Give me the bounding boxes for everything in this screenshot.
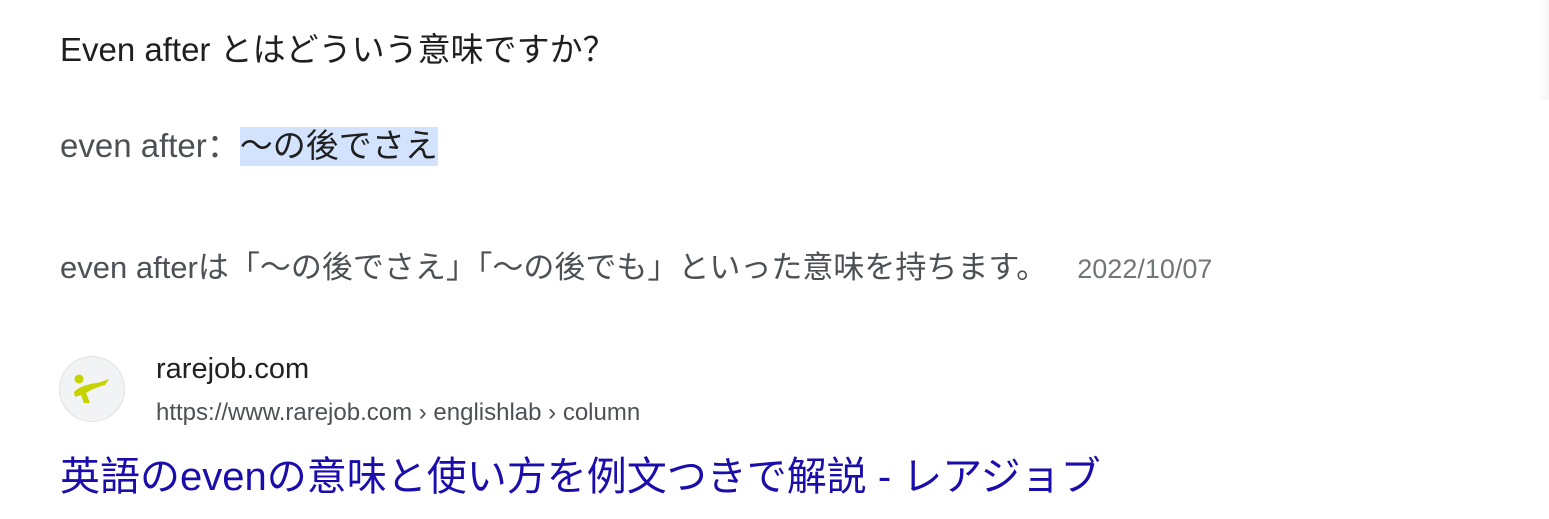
rarejob-logo-icon [74, 374, 109, 403]
answer-separator: ： [206, 127, 240, 164]
site-name[interactable]: rarejob.com [156, 350, 309, 388]
site-favicon[interactable] [59, 356, 125, 422]
snippet-date: 2022/10/07 [1077, 254, 1213, 284]
answer-highlighted-meaning[interactable]: 〜の後でさえ [239, 127, 438, 166]
featured-answer: even after：〜の後でさえ [60, 124, 438, 168]
answer-term: even after [60, 127, 207, 164]
question-heading: Even after とはどういう意味ですか？ [60, 31, 616, 68]
answer-snippet: even afterは「〜の後でさえ」「〜の後でも」といった意味を持ちます。 20… [60, 246, 1212, 291]
site-url-breadcrumb[interactable]: https://www.rarejob.com › englishlab › c… [156, 397, 640, 429]
scroll-edge [1537, 0, 1549, 100]
snippet-text: even afterは「〜の後でさえ」「〜の後でも」といった意味を持ちます。 [60, 250, 1048, 285]
result-title-link[interactable]: 英語のevenの意味と使い方を例文つきで解説 - レアジョブ [60, 450, 1101, 504]
